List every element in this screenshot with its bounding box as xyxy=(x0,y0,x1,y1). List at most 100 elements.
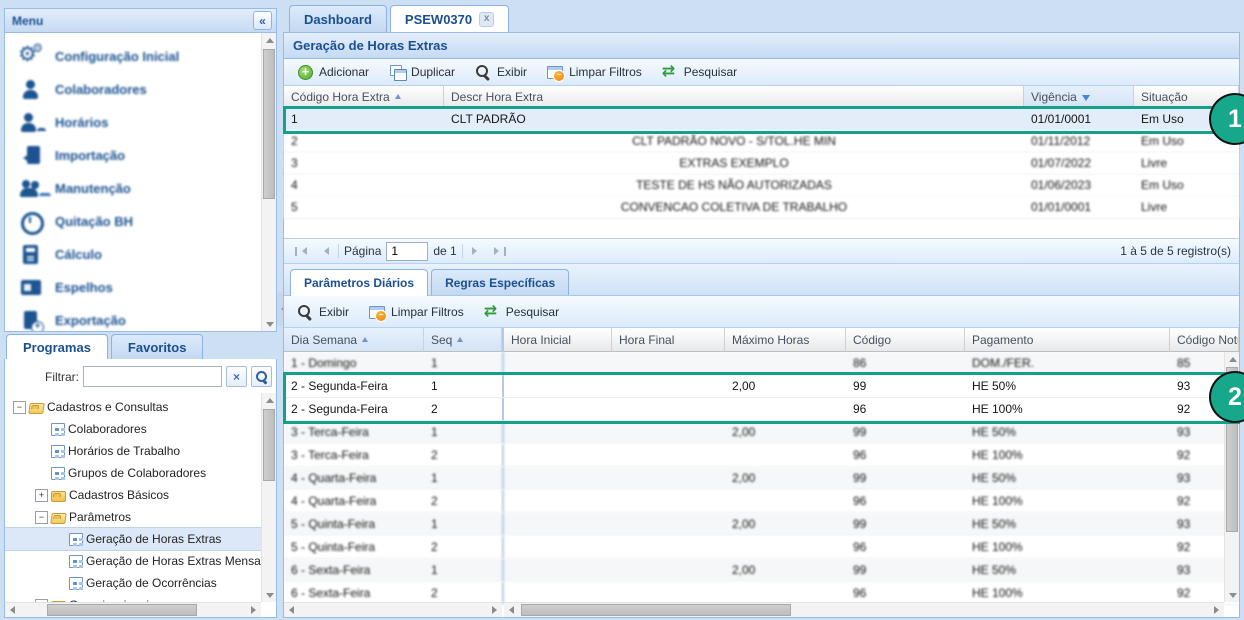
previous-page-button[interactable] xyxy=(315,242,333,260)
tree-item[interactable]: Cadastros Básicos xyxy=(5,484,261,506)
limpar-filtros-button[interactable]: Limpar Filtros xyxy=(540,62,649,82)
tab-programas[interactable]: Programas xyxy=(6,334,108,359)
table-row[interactable]: 6 - Sexta-Feira 1 2,00 99 HE 50% 93 xyxy=(284,559,1239,582)
scroll-down-arrow[interactable] xyxy=(262,317,276,331)
filter-input[interactable] xyxy=(83,366,222,387)
tree-item[interactable]: Parâmetros xyxy=(5,506,261,528)
cell-hora-inicial xyxy=(504,352,612,374)
column-header-maximo-horas[interactable]: Máximo Horas xyxy=(725,328,846,352)
column-header-situacao[interactable]: Situação xyxy=(1134,86,1239,109)
tree-expander[interactable] xyxy=(35,484,48,506)
scrollbar-thumb[interactable] xyxy=(263,49,275,199)
column-header-seq[interactable]: Seq xyxy=(424,328,502,352)
pesquisar-button[interactable]: Pesquisar xyxy=(655,62,744,82)
scroll-left-arrow[interactable] xyxy=(284,603,299,617)
tree-expander[interactable] xyxy=(35,594,48,602)
menu-item[interactable]: Colaboradores xyxy=(5,73,276,106)
scroll-down-arrow[interactable] xyxy=(1225,588,1239,602)
column-header-vigencia[interactable]: Vigência xyxy=(1024,86,1134,109)
table-row[interactable]: 4 TESTE DE HS NÃO AUTORIZADAS 01/06/2023… xyxy=(284,175,1239,197)
tree-expander[interactable] xyxy=(53,572,66,594)
tab-regras-especificas[interactable]: Regras Específicas xyxy=(431,269,569,295)
scroll-up-arrow[interactable] xyxy=(262,33,276,47)
exibir-button[interactable]: Exibir xyxy=(468,62,534,82)
scroll-up-arrow[interactable] xyxy=(1225,352,1239,366)
menu-item[interactable]: Manutenção xyxy=(5,172,276,205)
tree-expander[interactable] xyxy=(53,528,66,550)
scroll-down-arrow[interactable] xyxy=(262,588,277,602)
scroll-up-arrow[interactable] xyxy=(262,393,277,407)
tree-expander[interactable] xyxy=(35,440,48,462)
scrollbar-thumb[interactable] xyxy=(1226,367,1238,532)
column-header-codigo-hora-extra[interactable]: Código Hora Extra xyxy=(284,86,444,109)
scroll-right-arrow[interactable] xyxy=(487,603,502,617)
menu-item[interactable]: Configuração Inicial xyxy=(5,40,276,73)
table-row[interactable]: 4 - Quarta-Feira 2 96 HE 100% 92 xyxy=(284,490,1239,513)
column-header-codigo[interactable]: Código xyxy=(846,328,965,352)
table-row[interactable]: 1 CLT PADRÃO 01/01/0001 Em Uso xyxy=(284,109,1239,131)
duplicar-button[interactable]: Duplicar xyxy=(382,62,462,82)
collapse-panel-button[interactable]: « xyxy=(253,11,272,30)
tree-item[interactable]: Colaboradores xyxy=(5,418,261,440)
last-page-button[interactable] xyxy=(491,242,509,260)
tree-item[interactable]: Geração de Horas Extras Mensais xyxy=(5,550,261,572)
menu-item[interactable]: Cálculo xyxy=(5,238,276,271)
tree-item[interactable]: Horários de Trabalho xyxy=(5,440,261,462)
table-row[interactable]: 2 - Segunda-Feira 1 2,00 99 HE 50% 93 xyxy=(284,375,1239,398)
tab-favoritos[interactable]: Favoritos xyxy=(111,334,204,359)
scrollbar-thumb[interactable] xyxy=(47,604,197,616)
table-row[interactable]: 3 EXTRAS EXEMPLO 01/07/2022 Livre xyxy=(284,153,1239,175)
tree-item[interactable]: Geração de Horas Extras xyxy=(5,528,261,550)
column-header-hora-final[interactable]: Hora Final xyxy=(612,328,725,352)
tree-item[interactable]: Organizacionais xyxy=(5,594,261,602)
table-row[interactable]: 2 CLT PADRÃO NOVO - S/TOL.HE MIN 01/11/2… xyxy=(284,131,1239,153)
tree-item[interactable]: Cadastros e Consultas xyxy=(5,396,261,418)
close-tab-icon[interactable]: x xyxy=(479,12,494,27)
tree-expander[interactable] xyxy=(35,418,48,440)
page-number-input[interactable] xyxy=(386,242,428,261)
table-row[interactable]: 1 - Domingo 1 86 DOM./FER. 85 xyxy=(284,352,1239,375)
search-filter-button[interactable] xyxy=(251,366,272,387)
clear-filter-button[interactable]: × xyxy=(226,366,247,387)
scrollbar-thumb[interactable] xyxy=(263,409,275,481)
tab-parametros-diarios[interactable]: Parâmetros Diários xyxy=(290,269,428,296)
tab-psew0370[interactable]: PSEW0370 x xyxy=(390,5,509,32)
table-row[interactable]: 3 - Terca-Feira 2 96 HE 100% 92 xyxy=(284,444,1239,467)
column-header-descr-hora-extra[interactable]: Descr Hora Extra xyxy=(444,86,1024,109)
column-header-codigo-noturno[interactable]: Código Notur xyxy=(1170,328,1239,352)
scroll-left-arrow[interactable] xyxy=(504,603,519,617)
menu-item[interactable]: Espelhos xyxy=(5,271,276,304)
menu-item[interactable]: Horários xyxy=(5,106,276,139)
tree-expander[interactable] xyxy=(53,550,66,572)
table-row[interactable]: 5 - Quinta-Feira 1 2,00 99 HE 50% 93 xyxy=(284,513,1239,536)
table-row[interactable]: 3 - Terca-Feira 1 2,00 99 HE 50% 93 xyxy=(284,421,1239,444)
next-page-button[interactable] xyxy=(468,242,486,260)
table-row[interactable]: 4 - Quarta-Feira 1 2,00 99 HE 50% 93 xyxy=(284,467,1239,490)
menu-item[interactable]: Quitação BH xyxy=(5,205,276,238)
table-row[interactable]: 5 - Quinta-Feira 2 96 HE 100% 92 xyxy=(284,536,1239,559)
tree-expander[interactable] xyxy=(35,506,48,528)
scroll-right-arrow[interactable] xyxy=(246,603,261,617)
pesquisar-button[interactable]: Pesquisar xyxy=(477,302,566,322)
cell-descr: CLT PADRÃO xyxy=(444,109,1024,130)
tab-dashboard[interactable]: Dashboard xyxy=(289,5,387,32)
column-header-pagamento[interactable]: Pagamento xyxy=(965,328,1170,352)
menu-item[interactable]: Importação xyxy=(5,139,276,172)
menu-item[interactable]: Exportação xyxy=(5,304,276,331)
column-header-hora-inicial[interactable]: Hora Inicial xyxy=(504,328,612,352)
first-page-button[interactable] xyxy=(292,242,310,260)
tree-item[interactable]: Grupos de Colaboradores xyxy=(5,462,261,484)
scrollbar-thumb[interactable] xyxy=(521,604,791,616)
exibir-button[interactable]: Exibir xyxy=(290,302,356,322)
tree-expander[interactable] xyxy=(35,462,48,484)
table-row[interactable]: 5 CONVENCAO COLETIVA DE TRABALHO 01/01/0… xyxy=(284,197,1239,219)
button-label: Limpar Filtros xyxy=(569,65,642,79)
adicionar-button[interactable]: Adicionar xyxy=(290,62,376,82)
scroll-right-arrow[interactable] xyxy=(1209,603,1224,617)
limpar-filtros-button[interactable]: Limpar Filtros xyxy=(362,302,471,322)
column-header-dia-semana[interactable]: Dia Semana xyxy=(284,328,424,352)
tree-item[interactable]: Geração de Ocorrências xyxy=(5,572,261,594)
table-row[interactable]: 2 - Segunda-Feira 2 96 HE 100% 92 xyxy=(284,398,1239,421)
tree-expander[interactable] xyxy=(13,396,26,418)
scroll-left-arrow[interactable] xyxy=(5,603,20,617)
